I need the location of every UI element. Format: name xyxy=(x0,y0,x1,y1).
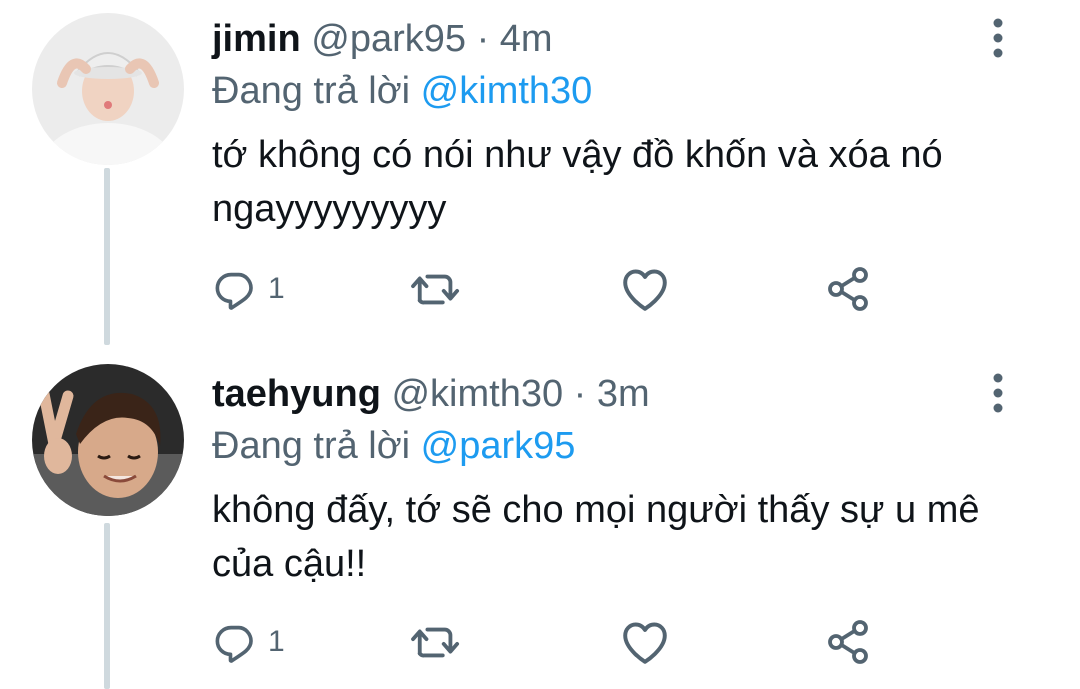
share-icon xyxy=(828,267,868,311)
avatar-taehyung[interactable] xyxy=(32,364,184,516)
like-icon xyxy=(623,269,667,311)
avatar-jimin[interactable] xyxy=(32,13,184,165)
tweet-actions: 1 xyxy=(212,264,892,314)
replying-to-label: Đang trả lời xyxy=(212,70,411,112)
timestamp[interactable]: 3m xyxy=(597,373,650,415)
retweet-button[interactable] xyxy=(410,617,464,667)
like-icon xyxy=(623,622,667,664)
retweet-icon xyxy=(411,274,460,305)
replying-to: Đang trả lời @kimth30 xyxy=(212,72,592,110)
tweet-1[interactable]: jimin @park95 · 4m Đang trả lời @kimth30… xyxy=(0,0,1080,345)
display-name[interactable]: jimin xyxy=(212,18,301,60)
more-options-button[interactable] xyxy=(986,373,1010,413)
reply-count: 1 xyxy=(268,625,285,658)
retweet-icon xyxy=(411,627,460,658)
avatar-image xyxy=(32,13,184,165)
thread-line xyxy=(104,168,110,345)
replying-to-mention[interactable]: @kimth30 xyxy=(421,70,593,112)
tweet-text: không đấy, tớ sẽ cho mọi người thấy sự u… xyxy=(212,489,980,585)
timestamp[interactable]: 4m xyxy=(500,18,553,60)
display-name[interactable]: taehyung xyxy=(212,373,381,415)
tweet-header: taehyung @kimth30 · 3m xyxy=(212,375,650,413)
reply-icon xyxy=(215,625,253,663)
replying-to-label: Đang trả lời xyxy=(212,425,411,467)
reply-count: 1 xyxy=(268,272,285,305)
share-button[interactable] xyxy=(824,617,872,667)
reply-icon xyxy=(215,272,253,310)
like-button[interactable] xyxy=(620,617,670,667)
replying-to-mention[interactable]: @park95 xyxy=(421,425,576,467)
tweet-text: tớ không có nói như vậy đồ khốn và xóa n… xyxy=(212,134,943,230)
more-icon xyxy=(993,18,1003,58)
separator: · xyxy=(573,373,587,415)
reply-button[interactable]: 1 xyxy=(212,264,285,314)
user-handle[interactable]: @kimth30 xyxy=(391,373,563,415)
tweet-2[interactable]: taehyung @kimth30 · 3m Đang trả lời @par… xyxy=(0,345,1080,689)
avatar-image xyxy=(32,364,184,516)
more-icon xyxy=(993,373,1003,413)
share-icon xyxy=(828,620,868,664)
tweet-header: jimin @park95 · 4m xyxy=(212,20,553,58)
like-button[interactable] xyxy=(620,264,670,314)
replying-to: Đang trả lời @park95 xyxy=(212,427,575,465)
thread-line xyxy=(104,523,110,689)
retweet-button[interactable] xyxy=(410,264,464,314)
user-handle[interactable]: @park95 xyxy=(311,18,466,60)
reply-button[interactable]: 1 xyxy=(212,617,285,667)
separator: · xyxy=(476,18,490,60)
share-button[interactable] xyxy=(824,264,872,314)
more-options-button[interactable] xyxy=(986,18,1010,58)
tweet-actions: 1 xyxy=(212,617,892,667)
